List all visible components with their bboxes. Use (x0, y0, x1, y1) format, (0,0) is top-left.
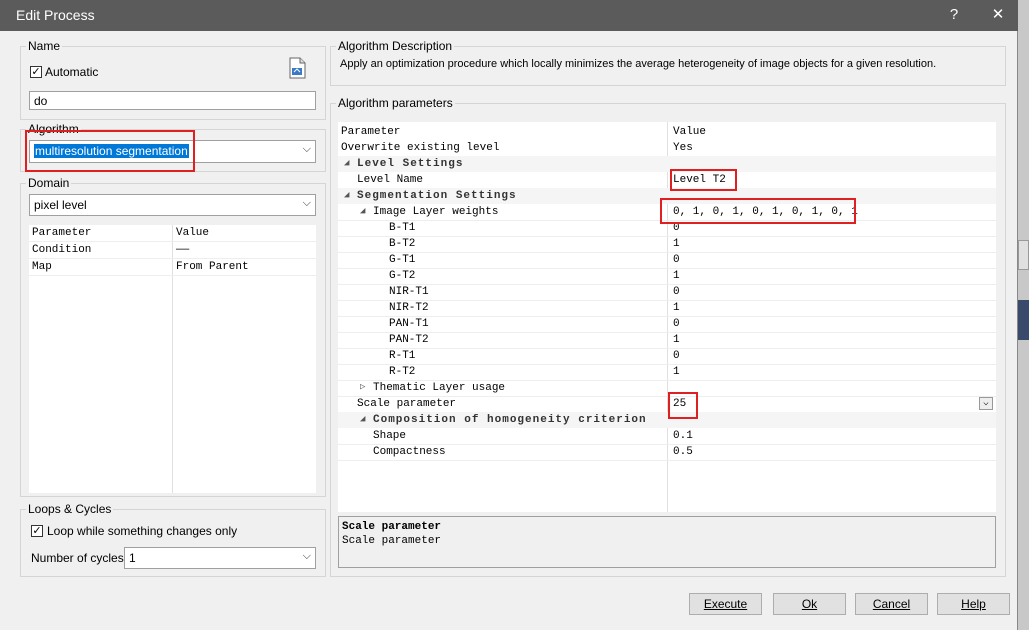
loop-label: Loop while something changes only (47, 524, 238, 538)
scale-dropdown-icon[interactable]: ⌵ (979, 397, 993, 410)
domain-table: Parameter Value Condition —— Map From Pa… (29, 225, 316, 493)
ok-button[interactable]: Ok (773, 593, 846, 615)
loop-checkbox[interactable]: ✓ (31, 525, 43, 537)
background-right-panel (1018, 240, 1029, 270)
table-row[interactable]: ◢ Image Layer weights 0, 1, 0, 1, 0, 1, … (338, 204, 996, 221)
table-row[interactable]: R-T1 0 (338, 348, 996, 365)
automatic-label: Automatic (45, 65, 99, 79)
expanded-triangle-icon[interactable]: ◢ (344, 190, 349, 200)
table-row-scale[interactable]: Scale parameter 25 ⌵ (338, 396, 996, 413)
close-button[interactable]: ✕ (984, 4, 1012, 26)
table-row[interactable]: NIR-T2 1 (338, 300, 996, 317)
section-row[interactable]: ◢ Segmentation Settings (338, 188, 996, 204)
params-header-parameter: Parameter (341, 126, 401, 138)
cycles-value: 1 (129, 551, 136, 565)
table-row[interactable]: Condition —— (29, 242, 316, 259)
help-title-button[interactable]: ? (940, 4, 968, 26)
cycles-select[interactable]: 1 ⌵ (124, 547, 316, 569)
algorithm-selected-value: multiresolution segmentation (34, 144, 189, 158)
table-row[interactable]: PAN-T2 1 (338, 332, 996, 349)
execute-button[interactable]: Execute (689, 593, 762, 615)
table-row[interactable]: G-T1 0 (338, 252, 996, 269)
domain-group-label: Domain (26, 176, 72, 190)
table-row[interactable]: Shape 0.1 (338, 428, 996, 445)
chevron-down-icon: ⌵ (302, 143, 311, 155)
description-group-label: Algorithm Description (336, 39, 455, 53)
automatic-checkbox[interactable]: ✓ (30, 66, 42, 78)
domain-header-value: Value (176, 227, 210, 239)
background-right-blue (1018, 300, 1029, 340)
table-row[interactable]: G-T2 1 (338, 268, 996, 285)
table-row[interactable]: R-T2 1 (338, 364, 996, 381)
domain-selected-value: pixel level (34, 198, 87, 212)
chevron-down-icon: ⌵ (302, 197, 311, 209)
section-row[interactable]: ◢ Level Settings (338, 156, 996, 172)
table-row[interactable]: B-T2 1 (338, 236, 996, 253)
section-row[interactable]: ◢ Composition of homogeneity criterion (338, 412, 996, 428)
params-group-label: Algorithm parameters (336, 96, 455, 110)
loops-group-label: Loops & Cycles (26, 502, 114, 516)
domain-header-parameter: Parameter (32, 227, 92, 239)
params-header-value: Value (673, 126, 707, 138)
table-row[interactable]: PAN-T1 0 (338, 316, 996, 333)
table-row[interactable]: B-T1 0 (338, 220, 996, 237)
param-help-box: Scale parameter Scale parameter (338, 516, 996, 568)
table-row[interactable]: Overwrite existing level Yes (338, 140, 996, 157)
param-help-text: Scale parameter (342, 535, 442, 547)
algorithm-group-label: Algorithm (26, 122, 81, 136)
algorithm-select[interactable]: multiresolution segmentation ⌵ (29, 140, 316, 163)
domain-select[interactable]: pixel level ⌵ (29, 194, 316, 216)
table-row[interactable]: Level Name Level T2 (338, 172, 996, 189)
table-row[interactable]: Compactness 0.5 (338, 444, 996, 461)
name-group-label: Name (26, 39, 63, 53)
expanded-triangle-icon[interactable]: ◢ (360, 414, 365, 424)
edit-process-dialog: Edit Process ? ✕ Name ✓ Automatic do Alg… (0, 0, 1018, 630)
domain-table-header: Parameter Value (29, 225, 316, 242)
table-row[interactable]: NIR-T1 0 (338, 284, 996, 301)
table-row[interactable]: ▷ Thematic Layer usage (338, 380, 996, 397)
table-row[interactable]: Map From Parent (29, 259, 316, 276)
param-help-title: Scale parameter (342, 521, 442, 533)
title-bar: Edit Process ? ✕ (0, 0, 1018, 31)
name-input[interactable]: do (29, 91, 316, 110)
collapsed-triangle-icon[interactable]: ▷ (360, 382, 365, 392)
window-title: Edit Process (16, 7, 95, 23)
help-button[interactable]: Help (937, 593, 1010, 615)
params-table: Parameter Value Overwrite existing level… (338, 122, 996, 512)
cancel-button[interactable]: Cancel (855, 593, 928, 615)
chevron-down-icon: ⌵ (302, 550, 311, 562)
description-text: Apply an optimization procedure which lo… (340, 58, 937, 70)
expanded-triangle-icon[interactable]: ◢ (344, 158, 349, 168)
params-table-header: Parameter Value (338, 124, 996, 140)
expanded-triangle-icon[interactable]: ◢ (360, 206, 365, 216)
cycles-label: Number of cycles (31, 551, 124, 565)
document-edit-icon[interactable] (288, 56, 308, 80)
